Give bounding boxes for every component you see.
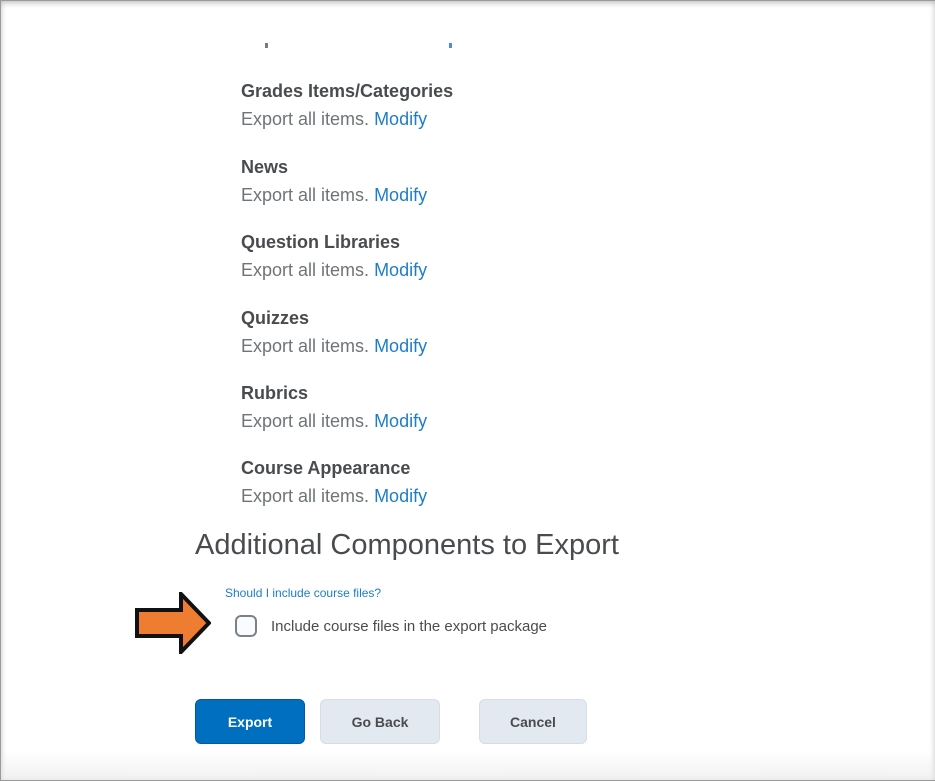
- component-description-text: Export all items.: [241, 486, 370, 506]
- component-description-text: Export all items.: [241, 109, 370, 129]
- export-button[interactable]: Export: [195, 699, 305, 744]
- component-description: Export all items. Modify: [241, 182, 427, 208]
- component-title: News: [241, 157, 289, 177]
- component-description: Export all items. Modify: [241, 106, 453, 132]
- modify-link-course-appearance[interactable]: Modify: [374, 486, 427, 506]
- modify-link-question-libraries[interactable]: Modify: [374, 260, 427, 280]
- include-course-files-label: Include course files in the export packa…: [271, 617, 547, 635]
- clipped-previous-item: [241, 41, 461, 51]
- component-question-libraries: Question Libraries Export all items. Mod…: [241, 230, 427, 283]
- right-arrow-icon: [135, 592, 211, 654]
- component-description-text: Export all items.: [241, 411, 370, 431]
- additional-components-heading: Additional Components to Export: [195, 529, 619, 561]
- component-description: Export all items. Modify: [241, 333, 427, 359]
- component-description: Export all items. Modify: [241, 408, 427, 434]
- component-rubrics: Rubrics Export all items. Modify: [241, 381, 427, 434]
- component-quizzes: Quizzes Export all items. Modify: [241, 306, 427, 359]
- component-grades-items: Grades Items/Categories Export all items…: [241, 79, 453, 132]
- component-title: Rubrics: [241, 383, 309, 403]
- page-frame: Grades Items/Categories Export all items…: [0, 0, 935, 781]
- component-description-text: Export all items.: [241, 260, 370, 280]
- modify-link-quizzes[interactable]: Modify: [374, 336, 427, 356]
- component-description-text: Export all items.: [241, 336, 370, 356]
- include-course-files-option[interactable]: Include course files in the export packa…: [235, 615, 547, 637]
- component-course-appearance: Course Appearance Export all items. Modi…: [241, 456, 427, 509]
- modify-link-news[interactable]: Modify: [374, 185, 427, 205]
- cancel-button[interactable]: Cancel: [479, 699, 587, 744]
- component-description: Export all items. Modify: [241, 257, 427, 283]
- include-course-files-checkbox[interactable]: [235, 615, 257, 637]
- modify-link-rubrics[interactable]: Modify: [374, 411, 427, 431]
- component-description: Export all items. Modify: [241, 483, 427, 509]
- component-title: Quizzes: [241, 308, 310, 328]
- component-news: News Export all items. Modify: [241, 155, 427, 208]
- course-files-help-link[interactable]: Should I include course files?: [225, 586, 381, 600]
- go-back-button[interactable]: Go Back: [320, 699, 440, 744]
- component-title: Course Appearance: [241, 458, 411, 478]
- component-title: Grades Items/Categories: [241, 81, 454, 101]
- component-title: Question Libraries: [241, 232, 401, 252]
- modify-link-grades-items[interactable]: Modify: [374, 109, 427, 129]
- component-description-text: Export all items.: [241, 185, 370, 205]
